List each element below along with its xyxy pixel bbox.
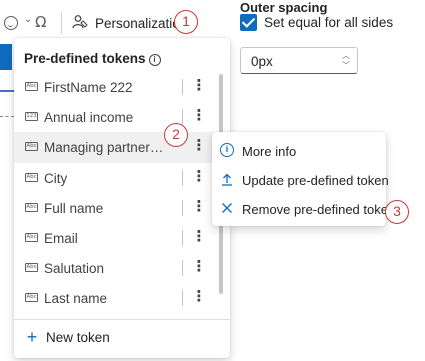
row-divider: [182, 290, 183, 307]
info-icon: i: [220, 143, 234, 157]
outer-spacing-value: 0px: [251, 54, 273, 69]
chevron-down-icon[interactable]: ⌄: [24, 14, 32, 25]
set-equal-checkbox[interactable]: [240, 14, 257, 31]
token-label: FirstName 222: [44, 80, 133, 95]
info-icon[interactable]: i: [148, 54, 161, 66]
text-token-icon: Abc: [25, 142, 38, 152]
token-row[interactable]: Abc City ⋮: [14, 163, 230, 193]
menu-footer-divider: [14, 319, 230, 320]
token-label: Salutation: [44, 261, 105, 277]
menu-item-remove-token[interactable]: Remove pre-defined token: [212, 194, 395, 224]
token-row[interactable]: Abc Salutation ⋮: [14, 253, 230, 283]
set-equal-row: Set equal for all sides: [240, 14, 393, 31]
emoji-icon[interactable]: [4, 16, 18, 30]
callout-step-1: 1: [174, 10, 198, 34]
row-divider: [182, 229, 183, 246]
callout-step-2: 2: [164, 123, 188, 147]
text-token-icon: Abc: [25, 172, 38, 182]
token-label: City: [44, 170, 68, 186]
callout-step-3: 3: [385, 200, 409, 224]
chevron-down-icon[interactable]: ﹀: [342, 61, 350, 70]
token-row[interactable]: Abc Email ⋮: [14, 223, 230, 253]
more-options-icon[interactable]: ⋮: [190, 138, 208, 156]
editor-dashed-line: [0, 116, 14, 117]
token-label: Last name: [44, 291, 108, 307]
more-options-icon[interactable]: ⋮: [190, 289, 208, 307]
more-options-icon[interactable]: ⋮: [190, 198, 208, 217]
menu-item-label: Remove pre-defined token: [242, 202, 396, 217]
text-token-icon: Abc: [25, 293, 38, 303]
token-context-menu: i More info Update pre-defined token Rem…: [212, 132, 395, 226]
toolbar-divider: [61, 12, 62, 34]
close-icon: [222, 203, 232, 213]
row-divider: [182, 109, 183, 126]
token-row[interactable]: Abc Full name ⋮: [14, 193, 230, 223]
more-options-icon[interactable]: ⋮: [190, 108, 208, 126]
more-options-icon[interactable]: ⋮: [190, 78, 208, 96]
token-list: Abc FirstName 222 ⋮ 123 Annual income ⋮ …: [14, 72, 230, 314]
outer-spacing-label: Outer spacing: [240, 0, 328, 15]
token-row[interactable]: 123 Annual income ⋮: [14, 102, 230, 132]
plus-icon: +: [26, 327, 38, 347]
menu-title: Pre-defined tokens: [24, 51, 146, 66]
text-token-icon: Abc: [25, 263, 38, 273]
outer-spacing-input[interactable]: 0px ︿ ﹀: [240, 47, 358, 74]
number-token-icon: 123: [25, 112, 38, 122]
token-row[interactable]: Abc Last name ⋮: [14, 283, 230, 313]
more-options-icon[interactable]: ⋮: [190, 259, 208, 277]
menu-item-label: More info: [242, 144, 297, 159]
row-divider: [182, 79, 183, 95]
more-options-icon[interactable]: ⋮: [190, 168, 208, 187]
new-token-button[interactable]: + New token: [24, 328, 110, 346]
row-divider: [182, 199, 183, 216]
menu-header: Pre-defined tokens i: [24, 51, 161, 66]
editor-edge-line: [0, 90, 14, 92]
more-options-icon[interactable]: ⋮: [190, 228, 208, 247]
token-label: Managing partner co...: [44, 140, 164, 156]
predefined-tokens-menu: Pre-defined tokens i Abc FirstName 222 ⋮ …: [14, 38, 230, 358]
token-row[interactable]: Abc FirstName 222 ⋮: [14, 72, 230, 102]
row-divider: [182, 169, 183, 186]
menu-item-more-info[interactable]: i More info: [212, 136, 386, 166]
upload-icon: [222, 173, 232, 186]
editor-toolbar: ⌄ Ω Personalization: [0, 0, 238, 42]
text-token-icon: Abc: [25, 232, 38, 242]
new-token-label: New token: [46, 329, 110, 345]
text-token-icon: Abc: [25, 202, 38, 212]
editor-selection-block: [0, 44, 12, 70]
chevron-up-icon[interactable]: ︿: [342, 51, 350, 60]
menu-item-label: Update pre-defined token: [242, 173, 389, 188]
token-label: Annual income: [44, 110, 134, 126]
token-row-selected[interactable]: Abc Managing partner co... ⋮: [14, 132, 230, 163]
omega-icon[interactable]: Ω: [35, 13, 46, 31]
token-label: Full name: [44, 200, 104, 216]
menu-item-update-token[interactable]: Update pre-defined token: [212, 165, 389, 195]
set-equal-label: Set equal for all sides: [264, 15, 394, 30]
token-label: Email: [44, 230, 78, 246]
text-token-icon: Abc: [25, 82, 38, 91]
row-divider: [182, 260, 183, 277]
personalization-icon[interactable]: [72, 14, 88, 30]
